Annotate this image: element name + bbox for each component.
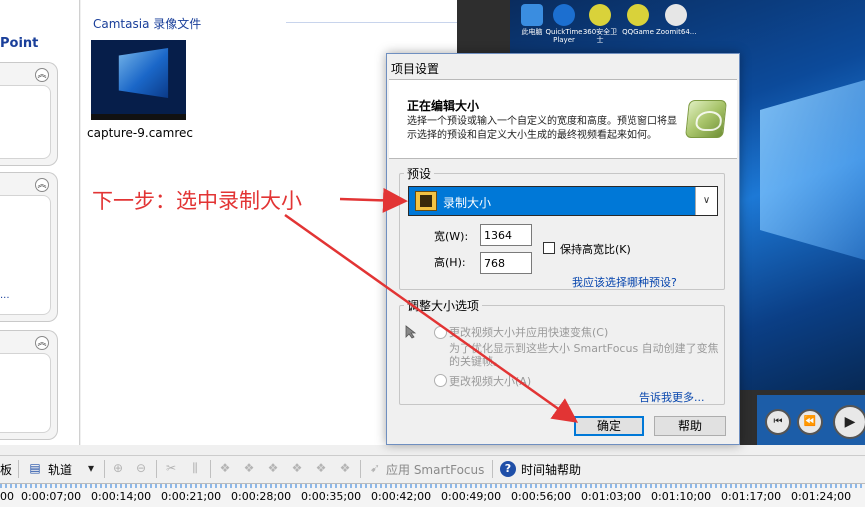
clip-label: capture-9.camrec [87, 126, 194, 140]
marker-icon[interactable]: ❖ [338, 461, 352, 475]
ruler-tick: 00 [0, 490, 14, 503]
computer-icon [521, 4, 543, 26]
ruler-tick: 0:00:07;00 [21, 490, 82, 503]
task-group-3: ︽ [0, 330, 58, 440]
preset-select[interactable]: 录制大小 ∨ [408, 186, 718, 216]
magnifier-icon [665, 4, 687, 26]
ruler-tick: 0:00:21;00 [161, 490, 222, 503]
ruler-tick: 0:00:35;00 [301, 490, 362, 503]
busy-cursor-icon [405, 325, 417, 339]
track-button[interactable]: 轨道 [48, 461, 72, 478]
zoom-key-icon[interactable]: ❖ [242, 461, 256, 475]
desktop-icon-360: 360安全卫士 [580, 4, 620, 44]
resize-option-label: 更改视频大小(A) [449, 375, 532, 388]
ruler-tick: 0:01:24;00 [791, 490, 852, 503]
zoom-out-icon[interactable]: ⊖ [134, 461, 148, 475]
which-preset-link[interactable]: 我应该选择哪种预设? [572, 274, 677, 290]
ok-button[interactable]: 确定 [574, 416, 644, 436]
desktop-icon-qqgame: QQGame [618, 4, 658, 36]
collapse-chevron-icon[interactable]: ︽ [35, 336, 49, 350]
ruler-tick: 0:01:17;00 [721, 490, 782, 503]
transition-icon[interactable]: ❖ [290, 461, 304, 475]
task-group-1: ︽ [0, 62, 58, 166]
preset-selected-value: 录制大小 [443, 196, 492, 210]
more-link[interactable]: ... [0, 290, 10, 301]
resize-radio[interactable] [434, 374, 447, 387]
adjust-group-label: 调整大小选项 [407, 299, 480, 313]
rewind-icon[interactable]: ⏪ [797, 409, 823, 435]
tell-me-more-link[interactable]: 告诉我更多... [639, 389, 705, 405]
height-input[interactable]: 768 [480, 252, 532, 274]
ruler-tick: 0:00:42;00 [371, 490, 432, 503]
desktop-icon-zoomit: Zoomit64... [656, 4, 696, 36]
timeline-ruler[interactable]: 00 0:00:07;00 0:00:14;00 0:00:21;00 0:00… [0, 483, 865, 507]
keep-ratio-label: 保持高宽比(K) [560, 243, 631, 256]
ruler-tick: 0:01:03;00 [581, 490, 642, 503]
task-panel-title: Point [0, 36, 39, 51]
zoom-pan-icon[interactable]: ❖ [218, 461, 232, 475]
dropdown-arrow-icon[interactable]: ▾ [84, 461, 98, 475]
smartfocus-icon[interactable]: ➹ [368, 461, 382, 475]
dialog-header: 正在编辑大小 选择一个预设或输入一个自定义的宽度和高度。预览窗口将显示选择的预设… [389, 79, 737, 159]
annotation-text: 下一步：选中录制大小 [92, 189, 302, 213]
desktop-icon-quicktime: QuickTime Player [544, 4, 584, 44]
width-label: 宽(W): [434, 230, 469, 243]
header-title: 正在编辑大小 [407, 99, 480, 113]
caption-icon[interactable]: ❖ [314, 461, 328, 475]
ruler-tick: 0:00:14;00 [91, 490, 152, 503]
track-icon[interactable]: ▤ [28, 461, 42, 475]
ruler-tick: 0:00:56;00 [511, 490, 572, 503]
callout-icon[interactable]: ❖ [266, 461, 280, 475]
zoom-in-icon[interactable]: ⊕ [111, 461, 125, 475]
dialog-title: 项目设置 [391, 62, 440, 76]
width-input[interactable]: 1364 [480, 224, 532, 246]
ruler-tick: 0:00:49;00 [441, 490, 502, 503]
player-controls: ⏮ ⏪ ▶ [757, 395, 865, 445]
quicktime-icon [553, 4, 575, 26]
collapse-chevron-icon[interactable]: ︽ [35, 68, 49, 82]
camtasia-logo-icon [685, 100, 727, 138]
game-icon [627, 4, 649, 26]
shield-plus-icon [589, 4, 611, 26]
camtasia-window: Point ︽ ︽ ... ︽ Camtasia 录像文件 capture-9.… [0, 0, 865, 507]
height-label: 高(H): [434, 256, 466, 269]
ruler-tick: 0:01:10;00 [651, 490, 712, 503]
split-icon[interactable]: ⫼ [188, 461, 202, 475]
help-icon[interactable]: ? [500, 461, 516, 477]
chevron-down-icon[interactable]: ∨ [695, 187, 717, 215]
timeline-toolbar: 板 ▤ 轨道 ▾ ⊕ ⊖ ✂ ⫼ ❖ ❖ ❖ ❖ ❖ ❖ ➹ 应用 SmartF… [0, 455, 865, 481]
smartfocus-option-label: 更改视频大小并应用快速变焦(C) [449, 326, 609, 339]
play-icon[interactable]: ▶ [833, 405, 865, 439]
skip-back-icon[interactable]: ⏮ [765, 409, 791, 435]
apply-smartfocus-button[interactable]: 应用 SmartFocus [386, 461, 484, 478]
smartfocus-radio[interactable] [434, 326, 447, 339]
preset-group-label: 预设 [407, 167, 432, 181]
header-description: 选择一个预设或输入一个自定义的宽度和高度。预览窗口将显示选择的预设和自定义大小生… [407, 116, 677, 141]
clip-bin-title: Camtasia 录像文件 [93, 17, 202, 31]
toolbar-fragment: 板 [0, 463, 13, 477]
cut-icon[interactable]: ✂ [164, 461, 178, 475]
task-panel: Point ︽ ︽ ... ︽ [0, 0, 80, 445]
film-icon [415, 191, 437, 211]
smartfocus-option-description: 为了优化显示到这些大小 SmartFocus 自动创建了变焦的关键帧。 [449, 342, 719, 368]
clip-thumbnail[interactable] [91, 40, 186, 120]
ruler-tick: 0:00:28;00 [231, 490, 292, 503]
collapse-chevron-icon[interactable]: ︽ [35, 178, 49, 192]
keep-ratio-checkbox[interactable] [543, 242, 555, 254]
timeline-help-button[interactable]: 时间轴帮助 [521, 461, 581, 478]
help-button[interactable]: 帮助 [654, 416, 726, 436]
